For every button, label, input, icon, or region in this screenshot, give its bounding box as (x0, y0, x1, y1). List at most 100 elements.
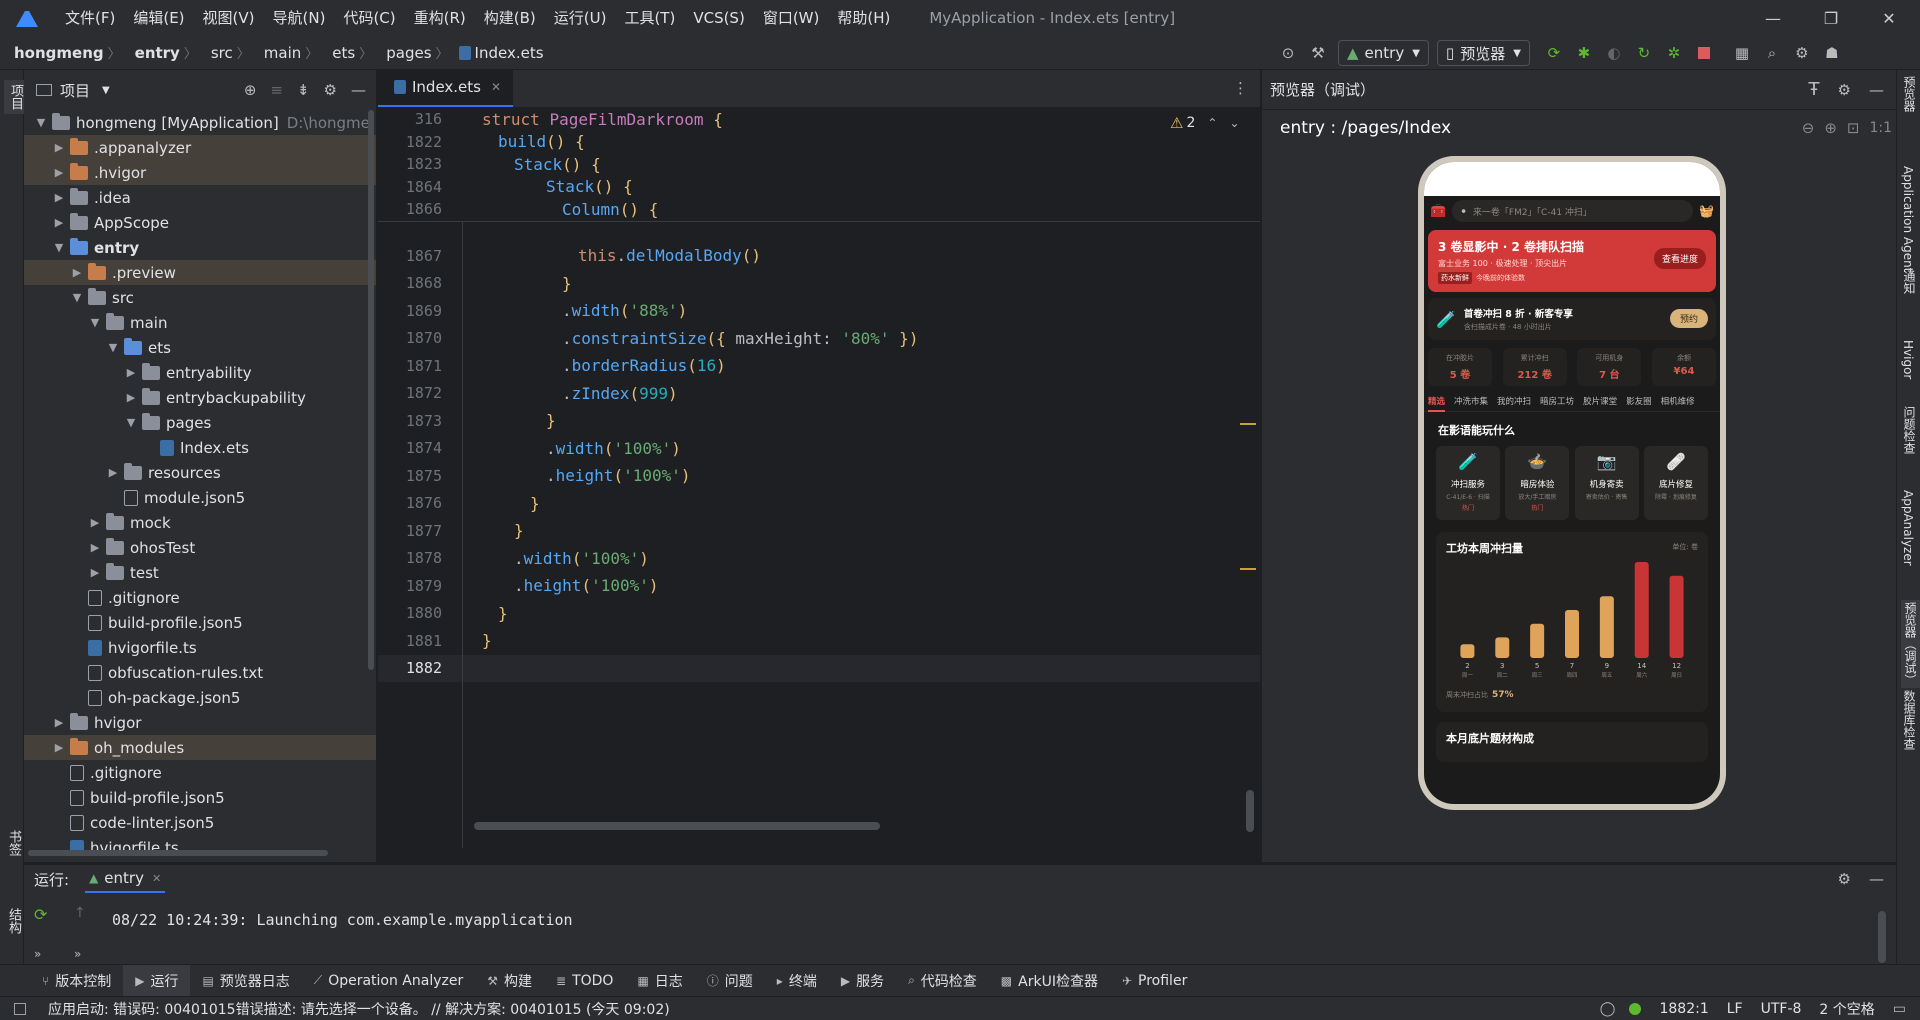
tool-window-button[interactable]: ▤ 预览器日志 (190, 965, 301, 997)
indent-setting[interactable]: 2 个空格 (1819, 999, 1874, 1019)
code-line[interactable]: 1868} (378, 270, 1260, 298)
stat-card[interactable]: 在冲胶片 5 卷 (1428, 348, 1492, 386)
tree-node[interactable]: .gitignore (24, 760, 376, 785)
right-tool-button[interactable]: Hvigor (1901, 340, 1915, 379)
phone-tab[interactable]: 相机维修 (1661, 394, 1695, 412)
code-line[interactable]: 1879 .height('100%') (378, 572, 1260, 600)
tree-node[interactable]: ▶ hvigor (24, 710, 376, 735)
project-panel-title[interactable]: 项目 (60, 80, 90, 101)
collapse-all-icon[interactable]: ⇟ (297, 81, 310, 99)
scroll-up-icon[interactable]: ↑ (74, 905, 86, 921)
attach-debugger-icon[interactable]: ◐ (1602, 41, 1626, 65)
stat-card[interactable]: 余额 ¥64 (1651, 348, 1716, 386)
chevron-right-icon[interactable]: ▶ (52, 216, 66, 229)
service-card[interactable]: 🩹 底片修复 除霉 · 划痕修复 (1643, 446, 1708, 520)
menu-item[interactable]: 运行(U) (545, 0, 616, 36)
maximize-button[interactable]: ❐ (1803, 0, 1859, 36)
device-select[interactable]: ▯ 预览器 ▼ (1436, 40, 1530, 66)
tree-node[interactable]: ▼ main (24, 310, 376, 335)
phone-screen[interactable]: 🧰 ⚫ 来一卷「FM2」「C-41 冲扫」 🧺 3 卷显影中 · 2 卷排队扫描… (1424, 162, 1720, 804)
tool-window-button[interactable]: ⑂ 版本控制 (30, 965, 123, 997)
run-config-select[interactable]: ▲ entry ▼ (1338, 40, 1429, 66)
previous-highlight-icon[interactable]: ⌃ (1207, 116, 1217, 130)
status-progress-icon[interactable]: ◯ (1600, 1001, 1616, 1017)
tree-node[interactable]: ▶ entrybackupability (24, 385, 376, 410)
chevron-right-icon[interactable]: ▶ (52, 716, 66, 729)
phone-tab[interactable]: 胶片课堂 (1583, 394, 1617, 412)
code-line[interactable]: 1877} (378, 517, 1260, 545)
breadcrumb-item[interactable]: hongmeng (0, 44, 104, 62)
promo-card[interactable]: 🧪 首卷冲扫 8 折 · 新客专享 含扫描成片卷 · 48 小时出片 预约 (1428, 298, 1716, 340)
code-line[interactable]: 1882 (378, 654, 1260, 682)
tree-node[interactable]: ▼ pages (24, 410, 376, 435)
progress-banner[interactable]: 3 卷显影中 · 2 卷排队扫描 富士业务 100 · 极速处理 · 顶尖出片 … (1428, 230, 1716, 292)
tree-node[interactable]: ▶ .preview (24, 260, 376, 285)
chevron-right-icon[interactable]: ▶ (88, 541, 102, 554)
tree-node[interactable]: ▶ oh_modules (24, 735, 376, 760)
chevron-right-icon[interactable]: ▶ (88, 516, 102, 529)
menu-item[interactable]: 导航(N) (264, 0, 335, 36)
fit-screen-icon[interactable]: ⊡ (1847, 119, 1860, 137)
code-line[interactable]: 1866 Column() { (378, 198, 1260, 221)
tree-node[interactable]: hvigorfile.ts (24, 635, 376, 660)
breadcrumb-item[interactable]: entry (121, 44, 180, 62)
previewer-settings-icon[interactable]: ⚙ (1838, 81, 1851, 99)
chevron-down-icon[interactable]: ▼ (52, 241, 66, 254)
tree-node[interactable]: ▶ mock (24, 510, 376, 535)
code-line[interactable]: 1872 .zIndex(999) (378, 380, 1260, 408)
stop-icon[interactable] (1692, 41, 1716, 65)
debug-icon[interactable]: ✱ (1572, 41, 1596, 65)
chevron-right-icon[interactable]: ▶ (88, 566, 102, 579)
breadcrumb-item[interactable]: src (197, 44, 233, 62)
chevron-right-icon[interactable]: ▶ (52, 191, 66, 204)
code-line[interactable]: 1874 .width('100%') (378, 435, 1260, 463)
menu-item[interactable]: VCS(S) (684, 0, 753, 36)
code-line[interactable]: 1873} (378, 407, 1260, 435)
tree-node[interactable]: .gitignore (24, 585, 376, 610)
menu-item[interactable]: 帮助(H) (828, 0, 899, 36)
account-icon[interactable]: ☗ (1820, 41, 1844, 65)
phone-tab[interactable]: 影友圈 (1626, 394, 1652, 412)
menu-item[interactable]: 编辑(E) (124, 0, 193, 36)
rerun-icon[interactable]: ⟳ (1542, 41, 1566, 65)
menu-item[interactable]: 重构(R) (405, 0, 475, 36)
inspection-widget[interactable]: ⚠ 2 ⌃ ⌄ (1170, 114, 1240, 132)
right-tool-button[interactable]: Application Agent (1901, 166, 1915, 272)
code-line[interactable]: 1878 .width('100%') (378, 545, 1260, 573)
phone-tab[interactable]: 暗房工坊 (1540, 394, 1574, 412)
service-card[interactable]: 🍲 暗房体验 放大/手工暗房 热门 (1505, 446, 1570, 520)
hide-panel-icon[interactable]: — (351, 81, 366, 99)
right-tool-button[interactable]: 通知 (1901, 270, 1918, 294)
tree-node[interactable]: oh-package.json5 (24, 685, 376, 710)
tree-node[interactable]: ▼ src (24, 285, 376, 310)
stat-card[interactable]: 可用机身 7 台 (1577, 348, 1642, 386)
editor-vertical-scrollbar[interactable] (1246, 790, 1254, 832)
hammer-icon[interactable]: ⚒ (1306, 41, 1330, 65)
chevron-right-icon[interactable]: ▶ (106, 466, 120, 479)
book-button[interactable]: 预约 (1669, 309, 1708, 328)
tree-node[interactable]: code-linter.json5 (24, 810, 376, 835)
close-window-button[interactable]: ✕ (1861, 0, 1917, 36)
right-tool-button[interactable]: 预览器 (1901, 76, 1918, 112)
chevron-right-icon[interactable]: ▶ (52, 141, 66, 154)
line-separator[interactable]: LF (1727, 1001, 1743, 1017)
tree-node[interactable]: build-profile.json5 (24, 785, 376, 810)
chevron-down-icon[interactable]: ▼ (124, 416, 138, 429)
tool-window-button[interactable]: ✈ Profiler (1110, 965, 1199, 997)
right-tool-button[interactable]: 数据库检查 (1901, 690, 1918, 750)
service-card[interactable]: 📷 机身寄卖 寄卖估价 · 寄售 (1574, 446, 1639, 520)
close-run-tab-icon[interactable]: ✕ (152, 872, 161, 885)
tool-window-button[interactable]: ⟋ Operation Analyzer (302, 965, 475, 997)
tool-window-button[interactable]: ⓘ 问题 (695, 965, 765, 997)
tree-node[interactable]: ▶ resources (24, 460, 376, 485)
tab-menu-icon[interactable]: ⋮ (1233, 79, 1248, 97)
code-line[interactable]: 1870 .constraintSize({ maxHeight: '80%' }… (378, 325, 1260, 353)
phone-tab[interactable]: 精选 (1428, 394, 1446, 412)
right-tool-button[interactable]: 问题检查 (1901, 406, 1918, 454)
more-icon[interactable]: » (34, 947, 41, 961)
tool-window-button[interactable]: ▸ 终端 (765, 965, 829, 997)
phone-tab[interactable]: 冲洗市集 (1454, 394, 1488, 412)
tree-node[interactable]: ▶ .appanalyzer (24, 135, 376, 160)
tree-horizontal-scrollbar[interactable] (28, 850, 328, 856)
tool-window-button[interactable]: ≣ TODO (544, 965, 625, 997)
